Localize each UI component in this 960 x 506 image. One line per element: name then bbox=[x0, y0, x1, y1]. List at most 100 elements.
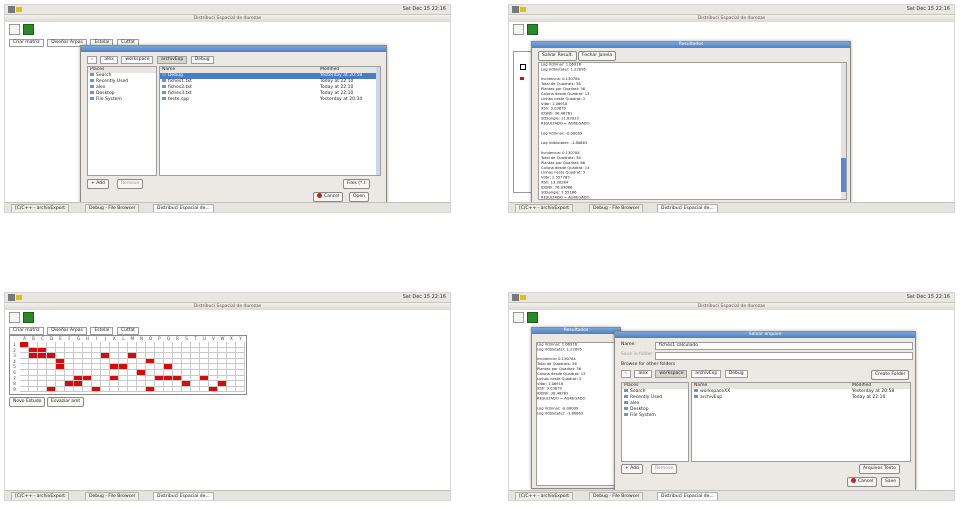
remove-place-button[interactable]: Remove bbox=[651, 464, 678, 474]
file-filter-select[interactable]: Files (*.t bbox=[343, 179, 370, 189]
distro-logo-icon bbox=[512, 294, 526, 301]
cancel-button[interactable]: Cancel bbox=[847, 477, 878, 487]
salvar-result-button[interactable]: Salvar Result. bbox=[538, 51, 577, 61]
taskbar: [C/C++ - archivExport Debug - File Brows… bbox=[509, 202, 954, 212]
criar-matriz-button[interactable]: Criar matriz bbox=[9, 39, 44, 47]
grid-cell[interactable] bbox=[20, 386, 29, 393]
grid-cell[interactable] bbox=[218, 386, 227, 393]
create-folder-button[interactable]: Create Folder bbox=[871, 370, 910, 380]
run-button[interactable] bbox=[527, 24, 538, 35]
grid-cell[interactable] bbox=[47, 386, 56, 393]
open-file-button[interactable] bbox=[513, 24, 524, 35]
task-distribuci[interactable]: Distribuci Espacial de... bbox=[657, 492, 718, 500]
path-back-button[interactable]: ‹ bbox=[87, 56, 97, 64]
open-file-button[interactable] bbox=[9, 24, 20, 35]
name-column-header[interactable]: Name bbox=[694, 383, 707, 388]
save-button[interactable]: Save bbox=[881, 477, 901, 487]
add-place-button[interactable]: + Add bbox=[621, 464, 643, 474]
grid-cell[interactable] bbox=[83, 386, 92, 393]
cancel-button[interactable]: Cancel bbox=[313, 192, 344, 202]
grid-cell[interactable] bbox=[29, 386, 38, 393]
grid-cell[interactable] bbox=[128, 386, 137, 393]
open-file-button[interactable] bbox=[513, 312, 524, 323]
grid-cell[interactable] bbox=[191, 386, 200, 393]
file-modified: Today at 22:10 bbox=[852, 395, 886, 400]
open-button[interactable]: Open bbox=[349, 192, 370, 202]
novo-estudo-button[interactable]: Novo Estudo bbox=[9, 397, 46, 407]
task-distribuci[interactable]: Distribuci Espacial de... bbox=[153, 204, 214, 212]
grid-cell[interactable] bbox=[56, 386, 65, 393]
grid-cell[interactable] bbox=[164, 386, 173, 393]
grid-cell[interactable] bbox=[173, 386, 182, 393]
task-eclipse[interactable]: [C/C++ - archivExport bbox=[515, 492, 574, 500]
grid-cell[interactable] bbox=[38, 386, 47, 393]
path-alex[interactable]: alex bbox=[100, 56, 118, 64]
task-file-browser[interactable]: Debug - File Browser bbox=[85, 204, 140, 212]
column-header: D bbox=[49, 336, 54, 341]
results-text[interactable]: Log Vdmnar: 1.06918 Log Vdbiutater: 1.228… bbox=[538, 62, 847, 200]
column-header: M bbox=[130, 336, 135, 341]
task-distribuci[interactable]: Distribuci Espacial de... bbox=[153, 492, 214, 500]
file-name-input[interactable]: fiches1 calculado bbox=[655, 342, 913, 350]
browse-folders-expander[interactable]: Browse for other folders bbox=[621, 362, 675, 368]
place-filesystem[interactable]: File System bbox=[622, 413, 688, 419]
file-row[interactable]: archivExp Today at 22:10 bbox=[692, 395, 910, 401]
top-panel: Sat Dec 15 22:16 bbox=[509, 293, 954, 303]
cutfat-field[interactable]: Cutfat bbox=[117, 327, 139, 335]
task-eclipse[interactable]: [C/C++ - archivExport bbox=[11, 204, 70, 212]
grid-cell[interactable] bbox=[155, 386, 164, 393]
run-button[interactable] bbox=[527, 312, 538, 323]
path-archivexp[interactable]: archivExp bbox=[691, 370, 722, 378]
path-debug[interactable]: Debug bbox=[190, 56, 214, 64]
fechar-janela-button[interactable]: Fechar Janela bbox=[578, 51, 617, 61]
grid-cell[interactable] bbox=[227, 386, 236, 393]
open-file-button[interactable] bbox=[9, 312, 20, 323]
file-filter-select[interactable]: Arquivos Texto bbox=[859, 464, 900, 474]
grid-cell[interactable] bbox=[92, 386, 101, 393]
esvaziar-button[interactable]: Esvaziar amt bbox=[47, 397, 85, 407]
text-file-icon bbox=[162, 85, 166, 88]
grid-cell[interactable] bbox=[65, 386, 74, 393]
grid-cell[interactable] bbox=[146, 386, 155, 393]
path-alex[interactable]: alex bbox=[634, 370, 652, 378]
grid-cell[interactable] bbox=[101, 386, 110, 393]
path-debug[interactable]: Debug bbox=[724, 370, 748, 378]
file-modified: Yesterday at 20:34 bbox=[320, 97, 363, 102]
add-place-button[interactable]: + Add bbox=[87, 179, 109, 189]
grid-cell[interactable] bbox=[200, 386, 209, 393]
taskbar: [C/C++ - archivExport Debug - File Brows… bbox=[509, 490, 954, 500]
task-eclipse[interactable]: [C/C++ - archivExport bbox=[11, 492, 70, 500]
run-button[interactable] bbox=[23, 312, 34, 323]
grid-cell[interactable] bbox=[110, 386, 119, 393]
remove-place-button[interactable]: Remove bbox=[117, 179, 144, 189]
grid-cell[interactable] bbox=[74, 386, 83, 393]
file-row[interactable]: teste.cpp Yesterday at 20:34 bbox=[160, 97, 380, 103]
disenar-button[interactable]: Diseñar Arpas bbox=[47, 327, 87, 335]
name-column-header[interactable]: Name bbox=[162, 67, 175, 72]
distro-logo-icon bbox=[512, 6, 526, 13]
scrollbar[interactable] bbox=[376, 67, 380, 175]
grid-cell[interactable] bbox=[236, 386, 245, 393]
estelal-field[interactable]: Estelal bbox=[90, 327, 114, 335]
place-filesystem[interactable]: File System bbox=[88, 97, 156, 103]
save-in-select[interactable] bbox=[655, 352, 913, 360]
grid-cell[interactable] bbox=[119, 386, 128, 393]
column-header: G bbox=[76, 336, 81, 341]
grid-cell[interactable] bbox=[182, 386, 191, 393]
task-eclipse[interactable]: [C/C++ - archivExport bbox=[515, 204, 574, 212]
path-back-button[interactable]: ‹ bbox=[621, 370, 631, 378]
path-workspace[interactable]: workspace bbox=[655, 370, 688, 378]
task-distribuci[interactable]: Distribuci Espacial de... bbox=[657, 204, 718, 212]
scrollbar[interactable] bbox=[841, 63, 846, 199]
task-file-browser[interactable]: Debug - File Browser bbox=[589, 204, 644, 212]
path-archivexp[interactable]: archivExp bbox=[157, 56, 188, 64]
run-button[interactable] bbox=[23, 24, 34, 35]
path-workspace[interactable]: workspace bbox=[121, 56, 154, 64]
quadrat-grid[interactable]: A B CDE FGH I J K LMNOPQR S T U VWX Y 123456789 bbox=[9, 335, 247, 395]
row-header: 4 bbox=[13, 358, 16, 364]
criar-matriz-button[interactable]: Criar matriz bbox=[9, 327, 44, 335]
grid-cell[interactable] bbox=[137, 386, 146, 393]
grid-cell[interactable] bbox=[209, 386, 218, 393]
task-file-browser[interactable]: Debug - File Browser bbox=[85, 492, 140, 500]
task-file-browser[interactable]: Debug - File Browser bbox=[589, 492, 644, 500]
